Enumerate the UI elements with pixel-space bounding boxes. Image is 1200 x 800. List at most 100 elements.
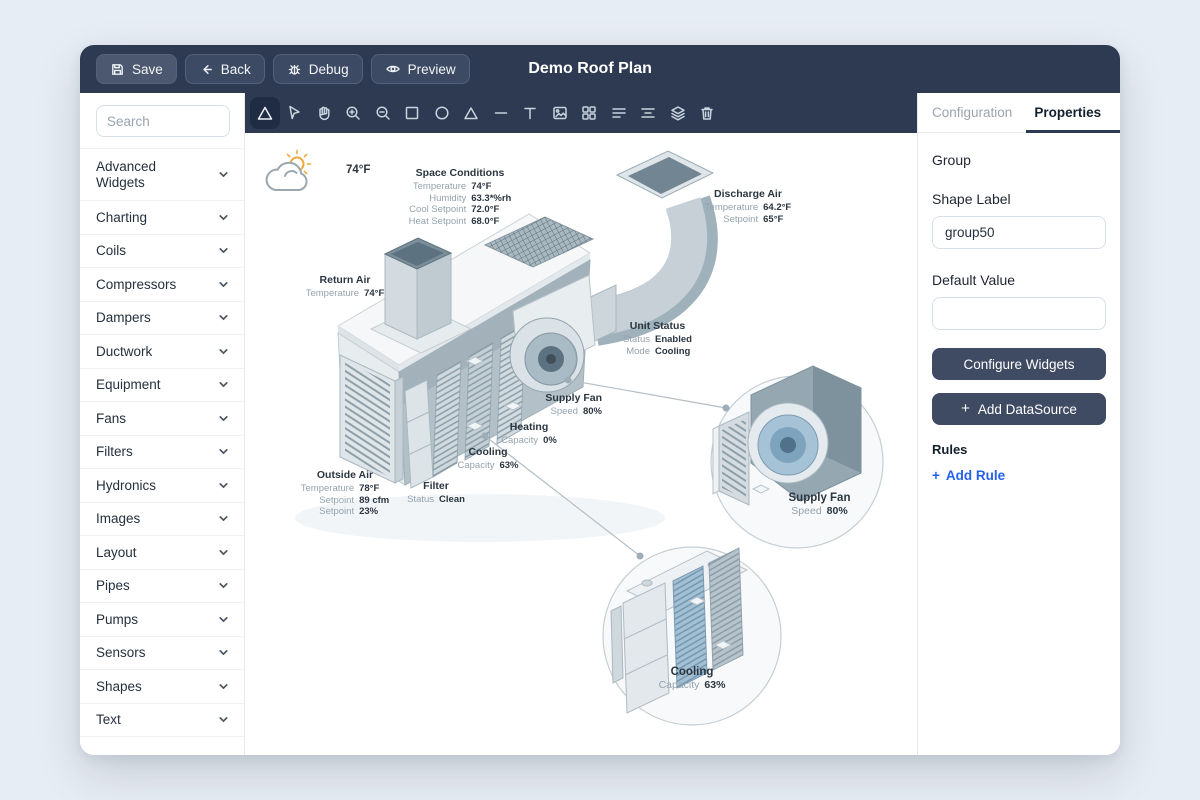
save-label: Save: [132, 62, 163, 77]
tool-pointer[interactable]: [280, 93, 310, 133]
sidebar-item-label: Filters: [96, 444, 133, 459]
sidebar-item-coils[interactable]: Coils: [80, 235, 244, 269]
sidebar-item-text[interactable]: Text: [80, 704, 244, 738]
header-bar: Save Back Debug Preview Demo Roof Plan: [80, 45, 1120, 93]
unit-status-label[interactable]: Unit Status StatusEnabled ModeCooling: [600, 320, 715, 357]
sidebar-item-compressors[interactable]: Compressors: [80, 268, 244, 302]
search-input[interactable]: [96, 105, 230, 137]
heating-label[interactable]: Heating Capacity0%: [479, 421, 579, 447]
supply-fan-label[interactable]: Supply Fan Speed80%: [500, 392, 602, 418]
sidebar-item-label: Layout: [96, 545, 137, 560]
cooling-callout-label[interactable]: Cooling Capacity63%: [642, 666, 742, 692]
debug-button[interactable]: Debug: [273, 54, 363, 84]
preview-button[interactable]: Preview: [371, 54, 470, 84]
chevron-down-icon: [217, 680, 230, 693]
drawing-canvas[interactable]: 74°F Space Conditions Temperature74°F Hu…: [245, 133, 917, 755]
chevron-down-icon: [217, 211, 230, 224]
tool-delete[interactable]: [693, 93, 723, 133]
eye-icon: [385, 61, 401, 77]
tool-align-center[interactable]: [634, 93, 664, 133]
widget-sidebar: Advanced Widgets Charting Coils Compress…: [80, 93, 245, 755]
rectangle-icon: [403, 104, 421, 122]
sidebar-item-label: Charting: [96, 210, 147, 225]
tab-properties[interactable]: Properties: [1034, 105, 1101, 120]
sidebar-item-label: Shapes: [96, 679, 142, 694]
hand-icon: [315, 104, 333, 122]
back-arrow-icon: [199, 62, 214, 77]
add-datasource-button[interactable]: + Add DataSource: [932, 393, 1106, 425]
sidebar-item-advanced-widgets[interactable]: Advanced Widgets: [80, 149, 244, 201]
chevron-down-icon: [217, 278, 230, 291]
sidebar-item-layout[interactable]: Layout: [80, 536, 244, 570]
tool-circle[interactable]: [427, 93, 457, 133]
cooling-callout[interactable]: [603, 547, 781, 725]
shape-label-input[interactable]: [932, 216, 1106, 249]
tool-layers[interactable]: [663, 93, 693, 133]
tab-configuration[interactable]: Configuration: [932, 105, 1012, 120]
chevron-down-icon: [217, 168, 230, 181]
sidebar-item-charting[interactable]: Charting: [80, 201, 244, 235]
bug-icon: [287, 62, 302, 77]
sidebar-item-shapes[interactable]: Shapes: [80, 670, 244, 704]
sidebar-item-dampers[interactable]: Dampers: [80, 302, 244, 336]
tool-triangle[interactable]: [250, 93, 280, 133]
configure-widgets-label: Configure Widgets: [963, 357, 1074, 372]
sidebar-item-label: Images: [96, 511, 140, 526]
default-value-input[interactable]: [932, 297, 1106, 330]
chevron-down-icon: [217, 479, 230, 492]
page-title: Demo Roof Plan: [528, 45, 652, 93]
add-rule-button[interactable]: + Add Rule: [932, 468, 1005, 483]
return-air-label[interactable]: Return Air Temperature74°F: [285, 274, 405, 300]
chevron-down-icon: [217, 445, 230, 458]
tool-triangle-shape[interactable]: [457, 93, 487, 133]
sidebar-item-images[interactable]: Images: [80, 503, 244, 537]
tool-widgets[interactable]: [575, 93, 605, 133]
align-left-icon: [610, 104, 628, 122]
tool-image[interactable]: [545, 93, 575, 133]
tool-rectangle[interactable]: [398, 93, 428, 133]
supply-fan-callout-label[interactable]: Supply Fan Speed80%: [762, 492, 877, 518]
pointer-icon: [285, 104, 303, 122]
sidebar-item-label: Sensors: [96, 645, 146, 660]
sidebar-item-label: Pumps: [96, 612, 138, 627]
text-icon: [521, 104, 539, 122]
discharge-air-label[interactable]: Discharge Air Temperature64.2°F Setpoint…: [688, 188, 808, 225]
tool-line[interactable]: [486, 93, 516, 133]
sidebar-item-label: Coils: [96, 243, 126, 258]
active-tab-underline: [1026, 130, 1120, 133]
sidebar-item-label: Hydronics: [96, 478, 156, 493]
tool-zoom-in[interactable]: [339, 93, 369, 133]
widgets-grid-icon: [580, 104, 598, 122]
sidebar-item-label: Ductwork: [96, 344, 152, 359]
tool-zoom-out[interactable]: [368, 93, 398, 133]
shape-label-label: Shape Label: [932, 191, 1106, 207]
supply-fan-callout[interactable]: [711, 366, 883, 548]
save-icon: [110, 62, 125, 77]
tool-align-left[interactable]: [604, 93, 634, 133]
filter-label[interactable]: Filter StatusClean: [386, 480, 486, 506]
cooling-label[interactable]: Cooling Capacity63%: [438, 446, 538, 472]
sidebar-item-pipes[interactable]: Pipes: [80, 570, 244, 604]
sidebar-item-hydronics[interactable]: Hydronics: [80, 469, 244, 503]
save-button[interactable]: Save: [96, 54, 177, 84]
configure-widgets-button[interactable]: Configure Widgets: [932, 348, 1106, 380]
sidebar-item-pumps[interactable]: Pumps: [80, 603, 244, 637]
space-conditions-label[interactable]: Space Conditions Temperature74°F Humidit…: [395, 167, 525, 227]
tool-pan[interactable]: [309, 93, 339, 133]
sidebar-item-filters[interactable]: Filters: [80, 436, 244, 470]
sidebar-item-label: Compressors: [96, 277, 176, 292]
chevron-down-icon: [217, 345, 230, 358]
tool-text[interactable]: [516, 93, 546, 133]
back-button[interactable]: Back: [185, 54, 265, 84]
chevron-down-icon: [217, 512, 230, 525]
weather-temperature: 74°F: [346, 164, 370, 176]
zoom-in-icon: [344, 104, 362, 122]
sidebar-item-label: Advanced Widgets: [96, 159, 172, 191]
sidebar-item-fans[interactable]: Fans: [80, 402, 244, 436]
sidebar-item-label: Equipment: [96, 377, 161, 392]
sidebar-item-sensors[interactable]: Sensors: [80, 637, 244, 671]
properties-panel: Configuration Properties Group Shape Lab…: [917, 93, 1120, 755]
sidebar-item-equipment[interactable]: Equipment: [80, 369, 244, 403]
sidebar-item-ductwork[interactable]: Ductwork: [80, 335, 244, 369]
active-tool-highlight: [250, 97, 280, 129]
